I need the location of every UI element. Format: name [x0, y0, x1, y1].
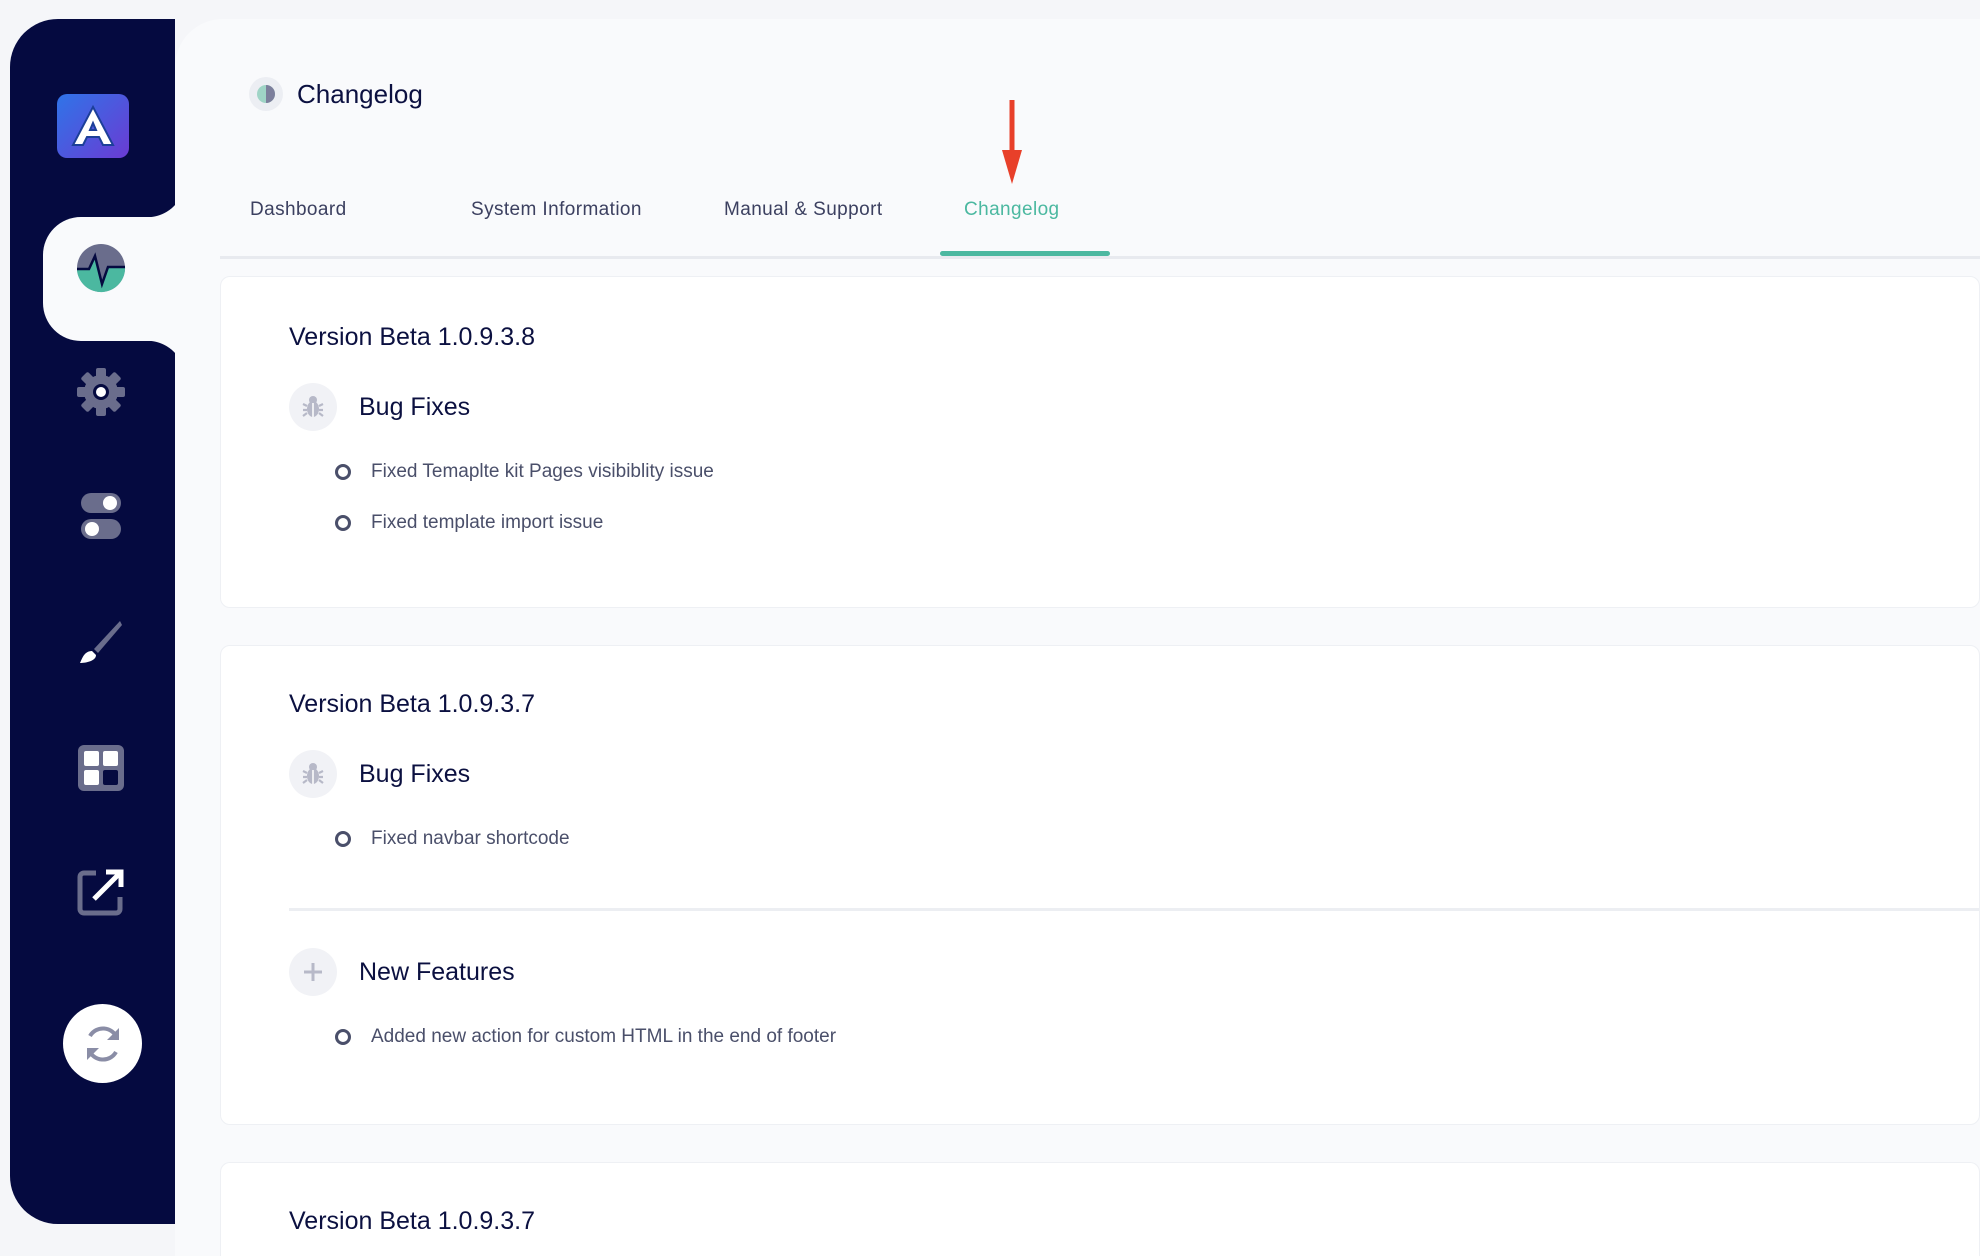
page-header: Changelog: [249, 77, 423, 111]
bug-icon: [289, 383, 337, 431]
changelog-section: New Features: [289, 948, 515, 996]
section-title: Bug Fixes: [359, 759, 471, 788]
bullet-icon: [335, 831, 351, 847]
changelog-card: Version Beta 1.0.9.3.8 Bug Fixes Fixed T…: [220, 276, 1980, 608]
sidebar: [10, 19, 185, 1224]
gear-icon[interactable]: [66, 357, 136, 427]
tab-changelog[interactable]: Changelog: [964, 199, 1060, 221]
list-item: Added new action for custom HTML in the …: [335, 1026, 836, 1048]
tab-system-information[interactable]: System Information: [471, 199, 642, 221]
list-item: Fixed navbar shortcode: [335, 828, 570, 850]
plus-icon: [289, 948, 337, 996]
section-title: Bug Fixes: [359, 392, 471, 421]
version-title: Version Beta 1.0.9.3.8: [289, 323, 536, 351]
changelog-card: Version Beta 1.0.9.3.7: [220, 1162, 1980, 1256]
list-item-text: Fixed navbar shortcode: [371, 828, 570, 849]
logo-a-icon: [71, 104, 115, 146]
section-divider: [289, 908, 1979, 911]
page-title: Changelog: [297, 78, 423, 109]
globe-icon: [249, 77, 283, 111]
pulse-icon: [66, 233, 136, 303]
list-item-text: Fixed template import issue: [371, 512, 604, 533]
arrow-annotation-icon: [1002, 100, 1022, 184]
active-tab-indicator: [940, 251, 1110, 256]
version-title: Version Beta 1.0.9.3.7: [289, 690, 536, 718]
bullet-icon: [335, 1029, 351, 1045]
bug-icon: [289, 750, 337, 798]
layout-icon[interactable]: [66, 733, 136, 803]
tab-manual-support[interactable]: Manual & Support: [724, 199, 883, 221]
external-link-icon[interactable]: [66, 857, 136, 927]
section-title: New Features: [359, 957, 515, 986]
bullet-icon: [335, 515, 351, 531]
tab-dashboard[interactable]: Dashboard: [250, 199, 347, 221]
toggle-icon[interactable]: [66, 481, 136, 551]
tab-bar: Dashboard System Information Manual & Su…: [220, 169, 1980, 259]
list-item-text: Added new action for custom HTML in the …: [371, 1026, 837, 1047]
brush-icon[interactable]: [66, 607, 136, 677]
list-item: Fixed Temaplte kit Pages visibiblity iss…: [335, 461, 714, 483]
changelog-section: Bug Fixes: [289, 383, 470, 431]
bullet-icon: [335, 464, 351, 480]
list-item: Fixed template import issue: [335, 512, 603, 534]
changelog-section: Bug Fixes: [289, 750, 470, 798]
refresh-button[interactable]: [63, 1004, 142, 1083]
refresh-icon: [86, 1025, 119, 1062]
version-title: Version Beta 1.0.9.3.7: [289, 1207, 536, 1235]
list-item-text: Fixed Temaplte kit Pages visibiblity iss…: [371, 461, 714, 482]
changelog-card: Version Beta 1.0.9.3.7 Bug Fixes Fixed n…: [220, 645, 1980, 1125]
app-logo[interactable]: [57, 94, 129, 158]
